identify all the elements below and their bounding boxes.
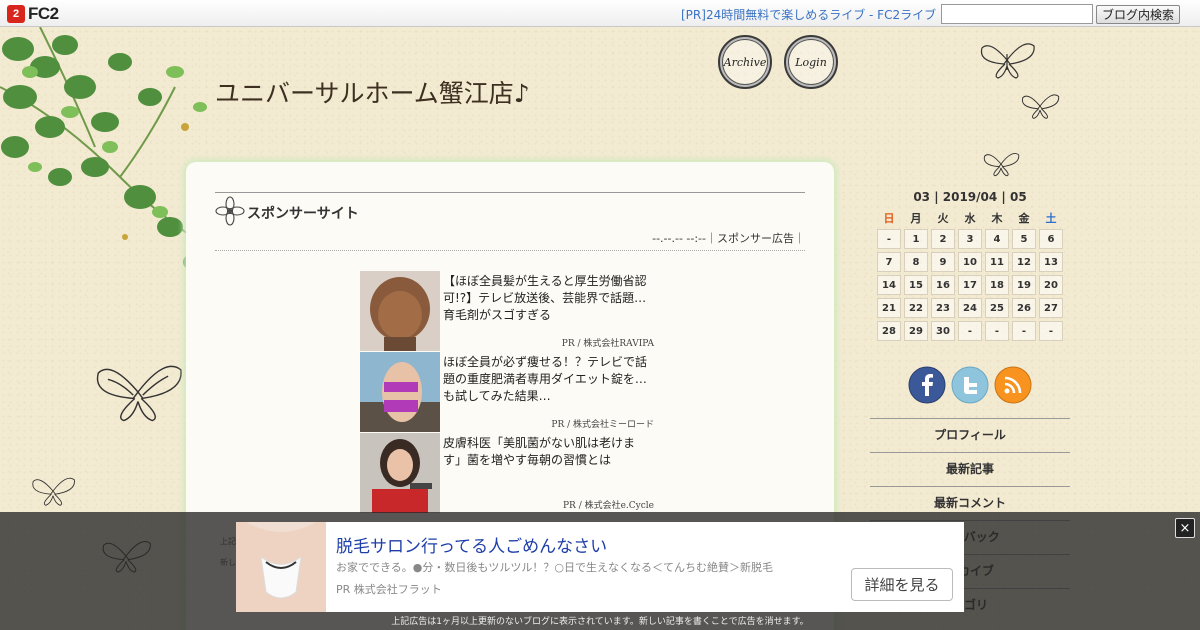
calendar-weekday: 火	[937, 212, 949, 225]
calendar-day[interactable]: 2	[931, 229, 955, 249]
calendar-day[interactable]: 3	[958, 229, 982, 249]
calendar-day[interactable]: 20	[1039, 275, 1063, 295]
calendar-weekday: 日	[883, 212, 895, 225]
ad-thumbnail-hair	[360, 271, 440, 351]
overlay-details-button[interactable]: 詳細を見る	[851, 568, 953, 601]
blog-title[interactable]: ユニバーサルホーム蟹江店♪	[215, 74, 530, 110]
calendar-day[interactable]: 30	[931, 321, 955, 341]
calendar-day[interactable]: 12	[1012, 252, 1036, 272]
calendar-day[interactable]: 5	[1012, 229, 1036, 249]
calendar-weekday: 木	[991, 212, 1003, 225]
calendar-day[interactable]: 21	[877, 298, 901, 318]
calendar-day[interactable]: 11	[985, 252, 1009, 272]
butterfly-decoration-icon	[96, 365, 182, 422]
calendar-day: -	[985, 321, 1009, 341]
blog-search-button[interactable]: ブログ内検索	[1096, 5, 1180, 24]
overlay-ad-pr: PR 株式会社フラット	[336, 583, 442, 596]
blog-search-input[interactable]	[941, 4, 1093, 24]
calendar-day[interactable]: 1	[904, 229, 928, 249]
calendar-weekday: 金	[1018, 212, 1030, 225]
calendar-day[interactable]: 24	[958, 298, 982, 318]
calendar-day[interactable]: 29	[904, 321, 928, 341]
ad-text[interactable]: ほぼ全員が必ず痩せる！？テレビで話題の重度肥満者専用ダイエット錠を…も試してみた…	[443, 354, 653, 405]
ad-text[interactable]: 皮膚科医「美肌菌がない肌は老けます」菌を増やす毎朝の習慣とは	[443, 435, 653, 469]
overlay-ad-title[interactable]: 脱毛サロン行ってる人ごめんなさい	[336, 532, 607, 557]
twitter-icon[interactable]	[951, 366, 989, 404]
butterfly-decoration-icon	[983, 152, 1020, 177]
fc2-logo-text: FC2	[28, 3, 59, 23]
calendar-day[interactable]: 26	[1012, 298, 1036, 318]
ad-thumbnail-skin	[360, 433, 440, 513]
calendar-day[interactable]: 9	[931, 252, 955, 272]
calendar-day[interactable]: 4	[985, 229, 1009, 249]
entry-title[interactable]: スポンサーサイト	[247, 203, 359, 223]
calendar-day[interactable]: 19	[1012, 275, 1036, 295]
calendar-weekday: 土	[1045, 212, 1057, 225]
calendar-day[interactable]: 16	[931, 275, 955, 295]
calendar-day[interactable]: 14	[877, 275, 901, 295]
calendar-day: -	[1039, 321, 1063, 341]
sidebar-menu-item[interactable]: 最新記事	[870, 452, 1070, 486]
sponsor-ad-item[interactable]: 【ほぼ全員髪が生えると厚生労働省認可!?】テレビ放送後、芸能界で話題…育毛剤がス…	[360, 271, 656, 351]
calendar-day[interactable]: 23	[931, 298, 955, 318]
calendar-day[interactable]: 8	[904, 252, 928, 272]
calendar-title[interactable]: 03 | 2019/04 | 05	[870, 190, 1070, 204]
calendar-day[interactable]: 27	[1039, 298, 1063, 318]
calendar-day[interactable]: 7	[877, 252, 901, 272]
calendar-day: -	[1012, 321, 1036, 341]
close-icon[interactable]: ×	[1175, 518, 1195, 538]
ad-pr: PR / 株式会社ミーロード	[551, 420, 654, 430]
fc2-logo-icon: 2	[7, 4, 25, 23]
calendar-weekday: 月	[910, 212, 922, 225]
butterfly-decoration-icon	[980, 43, 1035, 79]
calendar-day: -	[958, 321, 982, 341]
calendar-weekday: 水	[964, 212, 976, 225]
sponsor-ad-item[interactable]: ほぼ全員が必ず痩せる！？テレビで話題の重度肥満者専用ダイエット錠を…も試してみた…	[360, 352, 656, 432]
sponsor-ad-item[interactable]: 皮膚科医「美肌菌がない肌は老けます」菌を増やす毎朝の習慣とは PR / 株式会社…	[360, 433, 656, 513]
entry-meta[interactable]: --.--.-- --:--｜スポンサー広告｜	[652, 230, 805, 246]
fc2-pr-link[interactable]: [PR]24時間無料で楽しめるライブ - FC2ライブ	[681, 6, 936, 23]
butterfly-decoration-icon	[1021, 94, 1060, 119]
calendar-day[interactable]: 22	[904, 298, 928, 318]
butterfly-decoration-icon	[32, 477, 75, 506]
calendar-day[interactable]: 17	[958, 275, 982, 295]
entry-divider	[215, 192, 805, 193]
overlay-ad-thumbnail	[236, 522, 326, 612]
rss-icon[interactable]	[994, 366, 1032, 404]
calendar-day[interactable]: 13	[1039, 252, 1063, 272]
calendar-day[interactable]: 10	[958, 252, 982, 272]
calendar-day[interactable]: 6	[1039, 229, 1063, 249]
overlay-footnote: 上記広告は1ヶ月以上更新のないブログに表示されています。新しい記事を書くことで広…	[391, 617, 809, 627]
fc2-logo[interactable]: 2 FC2	[7, 4, 59, 23]
calendar-day[interactable]: 15	[904, 275, 928, 295]
flower-icon	[215, 196, 245, 226]
ad-pr: PR / 株式会社RAVIPA	[561, 339, 654, 349]
login-button[interactable]: Login	[784, 35, 838, 89]
ad-text[interactable]: 【ほぼ全員髪が生えると厚生労働省認可!?】テレビ放送後、芸能界で話題…育毛剤がス…	[443, 273, 653, 324]
calendar-day[interactable]: 18	[985, 275, 1009, 295]
ad-thumbnail-diet	[360, 352, 440, 432]
sidebar-menu-item[interactable]: プロフィール	[870, 418, 1070, 452]
ad-pr: PR / 株式会社e.Cycle	[563, 501, 654, 511]
overlay-ad-card[interactable]: 脱毛サロン行ってる人ごめんなさい お家でできる。●分・数日後もツルツル！？○日で…	[236, 522, 964, 612]
bottom-overlay-ad: 脱毛サロン行ってる人ごめんなさい お家でできる。●分・数日後もツルツル！？○日で…	[0, 512, 1200, 630]
entry-dotted-divider	[215, 250, 805, 251]
calendar-day: -	[877, 229, 901, 249]
facebook-icon[interactable]	[908, 366, 946, 404]
calendar-day[interactable]: 28	[877, 321, 901, 341]
overlay-ad-desc: お家でできる。●分・数日後もツルツル！？○日で生えなくなる＜てんちむ絶賛＞新脱毛	[336, 561, 773, 574]
archive-button[interactable]: Archive	[718, 35, 772, 89]
fc2-toolbar: 2 FC2 [PR]24時間無料で楽しめるライブ - FC2ライブ ブログ内検索	[0, 0, 1200, 27]
calendar-day[interactable]: 25	[985, 298, 1009, 318]
